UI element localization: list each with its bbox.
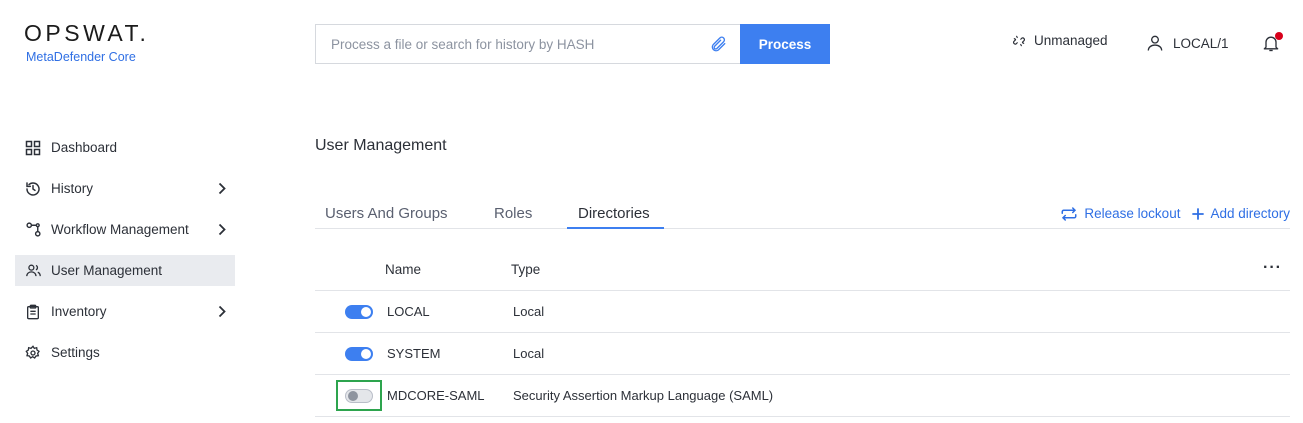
- directory-enable-toggle[interactable]: [345, 347, 373, 361]
- page-title: User Management: [315, 137, 447, 154]
- directory-name: SYSTEM: [387, 346, 441, 361]
- search-input[interactable]: [316, 25, 696, 63]
- sidebar-item-label: History: [51, 181, 94, 196]
- sidebar-item-settings[interactable]: Settings: [15, 337, 235, 368]
- sidebar: Dashboard History Workflow Management Us…: [15, 132, 235, 378]
- users-icon: [24, 262, 42, 280]
- user-icon: [1147, 35, 1163, 51]
- unmanaged-label: Unmanaged: [1034, 33, 1108, 48]
- sidebar-item-inventory[interactable]: Inventory: [15, 296, 235, 327]
- active-tab-indicator: [567, 227, 664, 229]
- sidebar-item-user-management[interactable]: User Management: [15, 255, 235, 286]
- more-options-icon[interactable]: ···: [1263, 260, 1282, 276]
- notification-dot: [1275, 32, 1283, 40]
- directories-table: Name Type ··· LOCAL Local SYSTEM Local M…: [315, 249, 1290, 417]
- table-row: LOCAL Local: [315, 291, 1290, 333]
- process-button[interactable]: Process: [740, 24, 830, 64]
- unmanaged-status[interactable]: Unmanaged: [1012, 33, 1108, 48]
- directory-type: Local: [513, 346, 545, 361]
- unlink-icon: [1013, 35, 1025, 46]
- column-header-name[interactable]: Name: [385, 262, 421, 277]
- directory-enable-toggle[interactable]: [345, 389, 373, 403]
- table-row: SYSTEM Local: [315, 333, 1290, 375]
- table-header: Name Type ···: [315, 249, 1290, 291]
- tab-users-and-groups[interactable]: Users And Groups: [325, 205, 448, 222]
- user-menu[interactable]: LOCAL/1: [1145, 33, 1229, 53]
- chevron-right-icon: [218, 223, 226, 236]
- history-icon: [24, 180, 42, 198]
- directory-type: Local: [513, 304, 545, 319]
- logo-wordmark: OPSWAT.: [24, 20, 150, 46]
- notifications-button[interactable]: [1261, 32, 1283, 54]
- dashboard-grid-icon: [24, 139, 42, 157]
- sidebar-item-workflow-management[interactable]: Workflow Management: [15, 214, 235, 245]
- add-directory-button[interactable]: Add directory: [1192, 206, 1290, 221]
- directory-enable-toggle[interactable]: [345, 305, 373, 319]
- chevron-right-icon: [218, 182, 226, 195]
- sidebar-item-label: Workflow Management: [51, 222, 189, 237]
- plus-icon: [1192, 207, 1205, 220]
- directory-name: MDCORE-SAML: [387, 388, 485, 403]
- sidebar-item-label: Dashboard: [51, 140, 118, 155]
- sidebar-item-label: User Management: [51, 263, 163, 278]
- column-header-type[interactable]: Type: [511, 262, 540, 277]
- sidebar-item-label: Settings: [51, 345, 100, 360]
- clipboard-icon: [24, 303, 42, 321]
- opswat-logo[interactable]: OPSWAT. MetaDefender Core: [24, 20, 149, 64]
- tab-bar: Users And Groups Roles Directories Relea…: [315, 198, 1290, 229]
- release-lockout-label: Release lockout: [1084, 206, 1181, 221]
- paperclip-icon[interactable]: [709, 35, 727, 53]
- tab-roles[interactable]: Roles: [494, 205, 532, 222]
- tab-directories[interactable]: Directories: [578, 205, 650, 222]
- add-directory-label: Add directory: [1210, 206, 1290, 221]
- directory-type: Security Assertion Markup Language (SAML…: [513, 388, 774, 403]
- release-lockout-button[interactable]: Release lockout: [1060, 206, 1180, 221]
- repeat-icon: [1061, 206, 1077, 221]
- tab-actions: Release lockout Add directory: [1060, 206, 1290, 221]
- search-bar: [315, 24, 741, 64]
- sidebar-item-dashboard[interactable]: Dashboard: [15, 132, 235, 163]
- directory-name: LOCAL: [387, 304, 430, 319]
- workflow-icon: [24, 221, 42, 239]
- user-label: LOCAL/1: [1173, 35, 1229, 51]
- gear-icon: [24, 344, 42, 362]
- product-name: MetaDefender Core: [26, 50, 136, 64]
- chevron-right-icon: [218, 305, 226, 318]
- table-row: MDCORE-SAML Security Assertion Markup La…: [315, 375, 1290, 417]
- sidebar-item-history[interactable]: History: [15, 173, 235, 204]
- sidebar-item-label: Inventory: [51, 304, 107, 319]
